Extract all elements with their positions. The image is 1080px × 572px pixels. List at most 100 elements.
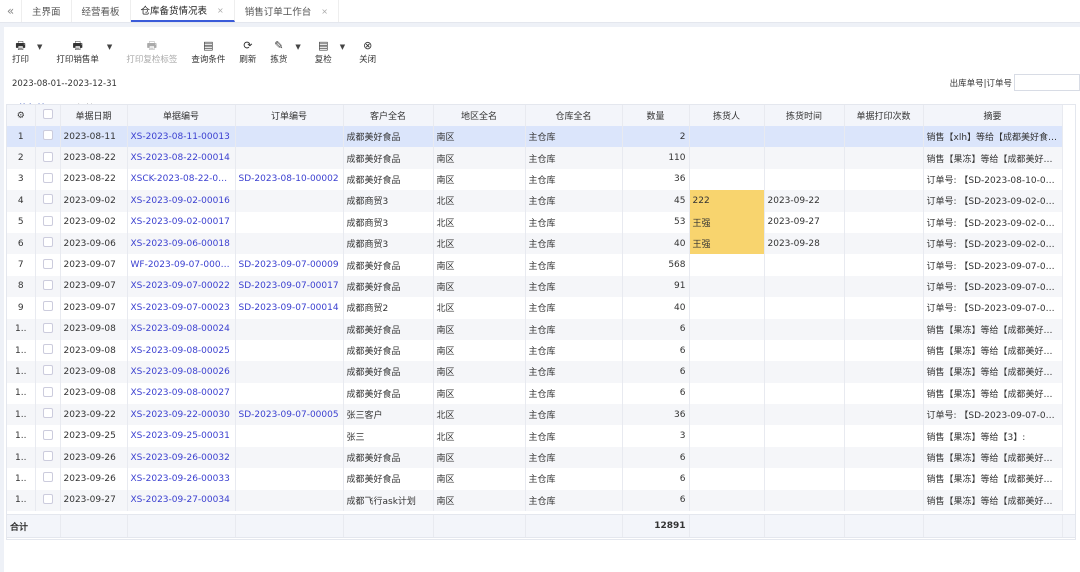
cell[interactable]: XS-2023-09-08-00027: [127, 382, 236, 405]
cell[interactable]: SD-2023-09-07-00005: [235, 404, 344, 426]
tab-3[interactable]: 销售订单工作台 ×: [235, 0, 339, 22]
cell[interactable]: SD-2023-08-10-00002: [235, 168, 344, 191]
cell[interactable]: XS-2023-09-26-00033: [127, 468, 236, 490]
cell[interactable]: XS-2023-09-08-00026: [127, 361, 236, 383]
table-row[interactable]: 6 2023-09-06 XS-2023-09-06-00018 成都商贸3 北区 主仓库…: [7, 232, 1063, 255]
table-row[interactable]: 1 2023-08-11 XS-2023-08-11-00013 成都美好食品 南区 主仓…: [7, 126, 1063, 148]
row-checkbox[interactable]: [42, 172, 53, 183]
table-row[interactable]: 5 2023-09-02 XS-2023-09-02-00017 成都商贸3 北区 主仓库…: [7, 211, 1063, 233]
table-row[interactable]: 1.. 2023-09-08 XS-2023-09-08-00025 成都美好食品 南区…: [7, 339, 1063, 362]
cell[interactable]: XS-2023-09-25-00031: [127, 425, 236, 447]
collapse-icon[interactable]: «: [0, 0, 22, 22]
cell[interactable]: XS-2023-09-06-00018: [127, 232, 236, 255]
table-row[interactable]: 1.. 2023-09-26 XS-2023-09-26-00032 成都美好食品 南区…: [7, 446, 1063, 469]
column-header[interactable]: ⚙: [7, 105, 36, 126]
row-checkbox[interactable]: [42, 472, 53, 483]
table-row[interactable]: 8 2023-09-07 XS-2023-09-07-00022 SD-2023-09…: [7, 275, 1063, 298]
table-row[interactable]: 9 2023-09-07 XS-2023-09-07-00023 SD-2023-09…: [7, 297, 1063, 319]
cell: 成都美好食品: [343, 361, 434, 383]
toolbar-button-3[interactable]: ▤ 查询条件: [191, 39, 225, 65]
cell[interactable]: XS-2023-08-22-00014: [127, 147, 236, 169]
row-checkbox[interactable]: [42, 279, 53, 290]
chevron-down-icon[interactable]: ▼: [37, 43, 42, 51]
close-icon[interactable]: ×: [321, 7, 328, 16]
table-row[interactable]: 1.. 2023-09-08 XS-2023-09-08-00024 成都美好食品 南区…: [7, 318, 1063, 340]
toolbar-button-4[interactable]: ⟳ 刷新: [239, 39, 256, 65]
tab-1[interactable]: 经营看板: [72, 0, 131, 22]
row-checkbox[interactable]: [42, 301, 53, 312]
table-row[interactable]: 1.. 2023-09-08 XS-2023-09-08-00026 成都美好食品 南区…: [7, 361, 1063, 383]
toolbar-button-1[interactable]: 🖶 打印销售单: [56, 39, 99, 65]
toolbar-button-6[interactable]: ▤ 复检: [315, 39, 332, 65]
table-row[interactable]: 1.. 2023-09-08 XS-2023-09-08-00027 成都美好食品 南区…: [7, 382, 1063, 405]
row-checkbox[interactable]: [42, 429, 53, 440]
toolbar-button-5[interactable]: ✎ 拣货: [270, 39, 287, 65]
select-all-checkbox[interactable]: [42, 109, 53, 119]
cell[interactable]: XS-2023-09-07-00022: [127, 275, 236, 298]
cell[interactable]: XS-2023-09-22-00030: [127, 404, 236, 426]
column-header[interactable]: 地区全名: [433, 105, 526, 126]
tab-0[interactable]: 主界面: [22, 0, 72, 22]
cell: [235, 232, 344, 255]
table-row[interactable]: 1.. 2023-09-25 XS-2023-09-25-00031 张三 北区 主仓库 3…: [7, 425, 1063, 447]
chevron-down-icon[interactable]: ▼: [107, 43, 112, 51]
chevron-down-icon[interactable]: ▼: [340, 43, 345, 51]
row-checkbox[interactable]: [42, 365, 53, 376]
row-checkbox[interactable]: [42, 451, 53, 462]
table-row[interactable]: 2 2023-08-22 XS-2023-08-22-00014 成都美好食品 南区 主仓…: [7, 147, 1063, 169]
table-row[interactable]: 7 2023-09-07 WF-2023-09-07-00003 SD-2023-09…: [7, 254, 1063, 276]
cell[interactable]: XS-2023-09-08-00025: [127, 339, 236, 362]
column-header[interactable]: 摘要: [923, 105, 1063, 126]
table-row[interactable]: 1.. 2023-09-27 XS-2023-09-27-00034 成都飞行ask计…: [7, 489, 1063, 512]
cell[interactable]: XS-2023-09-07-00023: [127, 297, 236, 319]
cell: 销售【果冻】等给【3】:: [923, 425, 1063, 447]
toolbar-button-0[interactable]: 🖶 打印: [12, 39, 29, 65]
row-checkbox[interactable]: [42, 322, 53, 333]
cell[interactable]: SD-2023-09-07-00014: [235, 297, 344, 319]
cell: 2023-09-27: [764, 211, 845, 233]
cell[interactable]: SD-2023-09-07-00017: [235, 275, 344, 298]
cell[interactable]: XS-2023-08-11-00013: [127, 126, 236, 148]
column-header[interactable]: 单据日期: [60, 105, 128, 126]
row-checkbox[interactable]: [42, 215, 53, 226]
close-icon[interactable]: ×: [217, 6, 224, 15]
table-row[interactable]: 1.. 2023-09-26 XS-2023-09-26-00033 成都美好食品 南区…: [7, 468, 1063, 490]
column-header[interactable]: 单据打印次数: [844, 105, 924, 126]
column-header[interactable]: 数量: [622, 105, 690, 126]
tab-2[interactable]: 仓库备货情况表 ×: [130, 0, 235, 22]
column-header[interactable]: 仓库全名: [525, 105, 623, 126]
cell: [689, 382, 765, 405]
cell[interactable]: XS-2023-09-02-00017: [127, 211, 236, 233]
cell[interactable]: XS-2023-09-02-00016: [127, 190, 236, 212]
column-header[interactable]: 拣货时间: [764, 105, 845, 126]
toolbar-button-7[interactable]: ⊗ 关闭: [359, 39, 376, 65]
cell[interactable]: XS-2023-09-27-00034: [127, 489, 236, 512]
row-checkbox[interactable]: [42, 130, 53, 141]
table-row[interactable]: 4 2023-09-02 XS-2023-09-02-00016 成都商贸3 北区 主仓库…: [7, 190, 1063, 212]
row-checkbox[interactable]: [42, 344, 53, 355]
table-row[interactable]: 3 2023-08-22 XSCK-2023-08-22-00001 SD-2023-…: [7, 168, 1063, 191]
order-number-input[interactable]: [1014, 74, 1080, 91]
gear-icon[interactable]: ⚙: [17, 111, 25, 121]
cell[interactable]: XSCK-2023-08-22-00001: [127, 168, 236, 191]
chevron-down-icon[interactable]: ▼: [295, 43, 300, 51]
toolbar-button-2[interactable]: 🖶 打印复检标签: [126, 39, 177, 65]
row-checkbox[interactable]: [42, 194, 53, 205]
row-checkbox[interactable]: [42, 237, 53, 248]
row-checkbox[interactable]: [42, 258, 53, 269]
row-checkbox[interactable]: [42, 408, 53, 419]
cell: 销售【果冻】等给【成都美好食品】:: [923, 382, 1063, 405]
column-header[interactable]: [35, 105, 61, 126]
cell[interactable]: WF-2023-09-07-00003: [127, 254, 236, 276]
cell[interactable]: SD-2023-09-07-00009: [235, 254, 344, 276]
column-header[interactable]: 单据编号: [127, 105, 236, 126]
table-row[interactable]: 1.. 2023-09-22 XS-2023-09-22-00030 SD-2023-…: [7, 404, 1063, 426]
row-checkbox[interactable]: [42, 493, 53, 504]
column-header[interactable]: 订单编号: [235, 105, 344, 126]
column-header[interactable]: 拣货人: [689, 105, 765, 126]
row-checkbox[interactable]: [42, 151, 53, 162]
cell[interactable]: XS-2023-09-08-00024: [127, 318, 236, 340]
row-checkbox[interactable]: [42, 386, 53, 397]
cell[interactable]: XS-2023-09-26-00032: [127, 446, 236, 469]
column-header[interactable]: 客户全名: [343, 105, 434, 126]
